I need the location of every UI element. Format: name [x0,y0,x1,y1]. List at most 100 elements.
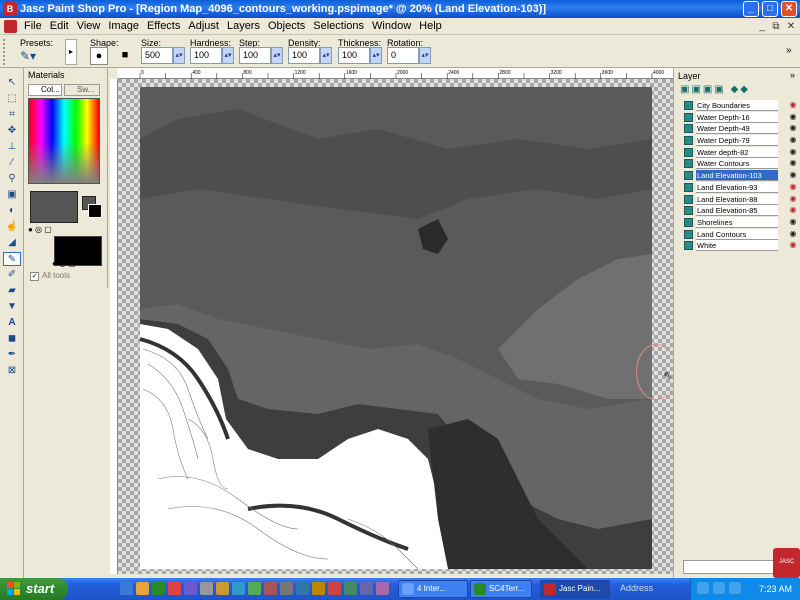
menu-edit[interactable]: Edit [46,18,73,35]
shape-square-icon[interactable]: ■ [116,47,134,65]
quicklaunch-app2-icon[interactable] [184,582,197,595]
quicklaunch-app7-icon[interactable] [264,582,277,595]
tray-icon-1[interactable] [697,582,709,594]
scratch-remover-icon[interactable]: ▣ [3,188,21,202]
taskbar-item-internet[interactable]: 4 Inter... [398,580,468,598]
quicklaunch-app9-icon[interactable] [296,582,309,595]
quicklaunch-app14-icon[interactable] [376,582,389,595]
taskbar-item-sc4terr[interactable]: SC4Terr... [470,580,532,598]
menu-layers[interactable]: Layers [223,18,264,35]
layer-row[interactable]: Land Elevation-88 ◉ [683,193,796,206]
menu-effects[interactable]: Effects [143,18,184,35]
visibility-eye-icon[interactable]: ◉ [787,158,799,168]
layer-palette-menu-icon[interactable]: » [790,70,795,80]
size-spinner[interactable]: ▴▾ [173,47,185,64]
layer-name[interactable]: Land Elevation-85 [696,205,778,217]
layer-scrollbar[interactable] [683,560,787,574]
layer-name[interactable]: Land Contours [696,228,778,240]
quicklaunch-app6-icon[interactable] [248,582,261,595]
visibility-eye-icon[interactable]: ◉ [787,123,799,133]
visibility-eye-icon[interactable]: ◉ [787,229,799,239]
doc-restore-button[interactable]: ⧉ [770,21,782,32]
layer-row[interactable]: City Boundaries ◉ [683,100,796,112]
airbrush-tool-icon[interactable]: ✐ [3,268,21,282]
visibility-eye-icon[interactable]: ◉ [787,135,799,145]
quicklaunch-ie-icon[interactable] [120,582,133,595]
layer-row[interactable]: Land Contours ◉ [683,228,796,241]
bg-style-icons[interactable]: ● ◎ ▢ [52,259,76,268]
clone-tool-icon[interactable]: ⚲ [3,172,21,186]
quicklaunch-app11-icon[interactable] [328,582,341,595]
tab-swatches[interactable]: Sw... [64,84,100,96]
quicklaunch-media-icon[interactable] [152,582,165,595]
menu-objects[interactable]: Objects [264,18,309,35]
visibility-eye-icon[interactable]: ◉ [787,170,799,180]
layer-row[interactable]: Land Elevation-85 ◉ [683,205,796,217]
menu-selections[interactable]: Selections [309,18,368,35]
density-input[interactable]: 100 [288,47,320,64]
quicklaunch-app-icon[interactable] [168,582,181,595]
layer-name[interactable]: Land Elevation-88 [696,193,778,205]
layer-row[interactable]: Water Depth-79 ◉ [683,135,796,147]
move-tool-icon[interactable]: ✥ [3,124,21,138]
visibility-hidden-icon[interactable]: ◉ [787,205,799,215]
minimize-button[interactable]: _ [743,1,759,17]
density-spinner[interactable]: ▴▾ [320,47,332,64]
smudge-tool-icon[interactable]: ☝ [3,220,21,234]
layer-row[interactable]: Land Elevation-103 ◉ [683,170,796,182]
visibility-eye-icon[interactable]: ◉ [787,147,799,157]
layer-name[interactable]: Land Elevation-93 [696,181,778,193]
quicklaunch-app5-icon[interactable] [232,582,245,595]
visibility-hidden-icon[interactable]: ◉ [787,100,799,110]
layer-name[interactable]: Water depth-82 [696,146,778,158]
quicklaunch-folder-icon[interactable] [136,582,149,595]
menu-adjust[interactable]: Adjust [184,18,223,35]
brush-preset-icon[interactable]: ✎▾ [20,49,42,65]
map-image[interactable] [118,79,673,574]
dropper-tool-icon[interactable]: ⁄ [3,156,21,170]
app-icon[interactable]: B [3,2,17,16]
layer-row[interactable]: White ◉ [683,240,796,252]
clock[interactable]: 7:23 AM [759,578,792,600]
straighten-tool-icon[interactable]: ⊥ [3,140,21,154]
toolbar-overflow-icon[interactable]: » [786,45,792,56]
tray-icon-3[interactable] [729,582,741,594]
paint-brush-tool-icon[interactable]: ✎ [3,252,21,266]
hardness-spinner[interactable]: ▴▾ [222,47,234,64]
quicklaunch-app12-icon[interactable] [344,582,357,595]
step-input[interactable]: 100 [239,47,271,64]
visibility-eye-icon[interactable]: ◉ [787,217,799,227]
layer-row[interactable]: Water Depth-49 ◉ [683,123,796,135]
eraser-tool-icon[interactable]: ▰ [3,284,21,298]
pick-tool-icon[interactable]: ↖ [3,76,21,90]
layer-name[interactable]: City Boundaries [696,100,778,111]
background-swatch[interactable] [88,204,102,218]
fill-tool-icon[interactable]: ▼ [3,300,21,314]
quicklaunch-app4-icon[interactable] [216,582,229,595]
layer-row[interactable]: Water depth-82 ◉ [683,146,796,159]
selection-tool-icon[interactable]: ⬚ [3,92,21,106]
shape-round-icon[interactable]: ● [90,47,108,65]
menu-view[interactable]: View [73,18,105,35]
quicklaunch-app10-icon[interactable] [312,582,325,595]
text-tool-icon[interactable]: A [3,316,21,330]
close-button[interactable]: ✕ [781,1,797,17]
crop-tool-icon[interactable]: ⌗ [3,108,21,122]
foreground-material[interactable] [30,191,78,223]
layer-name[interactable]: Shorelines [696,216,778,228]
document-icon[interactable] [4,20,17,33]
layer-name[interactable]: Water Depth-79 [696,135,778,147]
visibility-hidden-icon[interactable]: ◉ [787,182,799,192]
layer-row[interactable]: Land Elevation-93 ◉ [683,181,796,194]
step-spinner[interactable]: ▴▾ [271,47,283,64]
layer-row[interactable]: Water Depth-16 ◉ [683,111,796,124]
layer-name[interactable]: Water Depth-16 [696,111,778,123]
size-input[interactable]: 500 [141,47,173,64]
image-canvas[interactable]: ⇖ [118,79,673,574]
rotation-spinner[interactable]: ▴▾ [419,47,431,64]
tab-color[interactable]: Col... [28,84,62,96]
dodge-tool-icon[interactable]: ◐ [3,204,21,218]
toolbar-grip[interactable] [3,39,7,65]
maximize-button[interactable]: □ [762,1,778,17]
quicklaunch-app3-icon[interactable] [200,582,213,595]
